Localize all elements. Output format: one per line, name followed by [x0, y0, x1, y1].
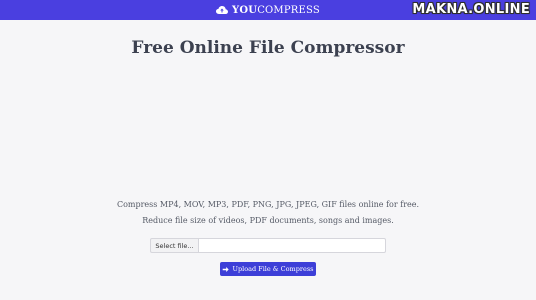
description-line-2: Reduce file size of videos, PDF document… — [142, 216, 394, 225]
watermark-text: MAKNA.ONLINE — [412, 2, 530, 17]
select-file-button[interactable]: Select file... — [150, 238, 198, 253]
upload-compress-button[interactable]: Upload File & Compress — [220, 262, 316, 276]
brand-logo[interactable]: YOU COMPRESS — [216, 5, 320, 16]
arrow-right-icon — [223, 266, 230, 272]
top-header-bar: YOU COMPRESS MAKNA.ONLINE — [0, 0, 536, 20]
cloud-icon — [216, 6, 229, 14]
file-input-group: Select file... — [150, 238, 386, 253]
brand-name-rest: COMPRESS — [257, 4, 320, 16]
page-title: Free Online File Compressor — [131, 38, 405, 58]
file-name-field[interactable] — [198, 238, 386, 253]
upload-button-label: Upload File & Compress — [232, 265, 314, 273]
description-line-1: Compress MP4, MOV, MP3, PDF, PNG, JPG, J… — [116, 200, 420, 209]
brand-name-bold: YOU — [232, 4, 258, 16]
